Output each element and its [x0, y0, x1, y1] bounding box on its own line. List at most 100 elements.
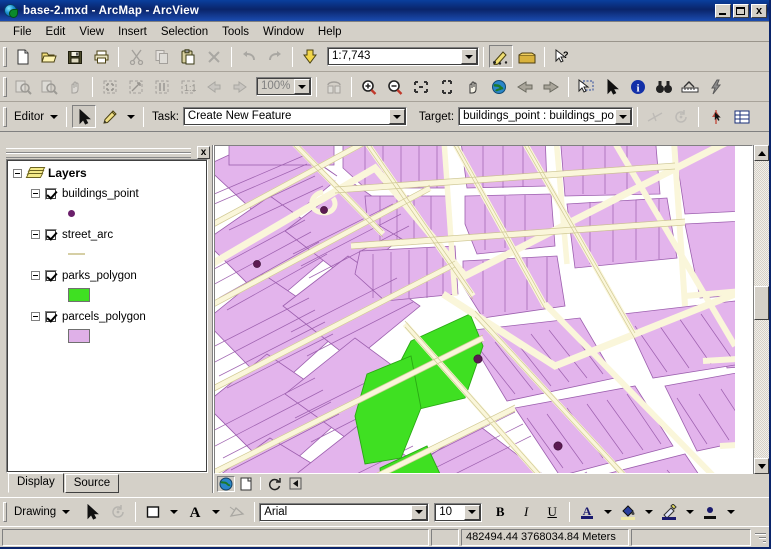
chevron-down-icon[interactable]: [411, 504, 428, 520]
pan-hand-icon[interactable]: [461, 75, 485, 98]
target-combo[interactable]: buildings_point : buildings_poin: [458, 107, 634, 126]
rotate-element-icon[interactable]: [106, 501, 130, 524]
close-button[interactable]: x: [751, 3, 767, 18]
fill-color-dropdown[interactable]: [642, 501, 655, 524]
font-family-combo[interactable]: Arial: [259, 502, 430, 522]
expander-icon[interactable]: [31, 271, 40, 280]
fixed-zoom-page-icon[interactable]: [150, 75, 174, 98]
measure-icon[interactable]: [678, 75, 702, 98]
layout-zoom-combo[interactable]: 100%: [256, 77, 312, 96]
data-view-icon[interactable]: [217, 475, 235, 492]
toc-layer-parcels-polygon[interactable]: parcels_polygon: [31, 307, 207, 346]
select-elements-arrow-icon[interactable]: [600, 75, 624, 98]
toc-layer-street-arc[interactable]: street_arc: [31, 225, 207, 264]
full-extent-globe-icon[interactable]: [487, 75, 511, 98]
previous-extent-icon[interactable]: [513, 75, 537, 98]
menu-selection[interactable]: Selection: [154, 24, 215, 40]
copy-icon[interactable]: [150, 45, 174, 68]
chevron-down-icon[interactable]: [388, 109, 405, 124]
scroll-up-button[interactable]: [754, 145, 769, 161]
toc-layer-parks-polygon[interactable]: parks_polygon: [31, 266, 207, 305]
scroll-track[interactable]: [754, 161, 769, 458]
maximize-button[interactable]: [733, 3, 749, 18]
layout-view-icon[interactable]: [237, 476, 255, 492]
toolbar-grip[interactable]: [3, 76, 7, 97]
fixed-zoom-out-icon[interactable]: [435, 75, 459, 98]
map-data-view[interactable]: [214, 145, 753, 474]
chevron-down-icon[interactable]: [50, 114, 59, 119]
menu-edit[interactable]: Edit: [39, 24, 73, 40]
whats-this-help-icon[interactable]: ?: [550, 45, 574, 68]
line-color-icon[interactable]: [657, 501, 681, 524]
expander-icon[interactable]: [31, 189, 40, 198]
undo-arrow-icon[interactable]: [237, 45, 261, 68]
zoom-in-layout-icon[interactable]: [11, 75, 35, 98]
expander-icon[interactable]: [31, 312, 40, 321]
toc-tree[interactable]: Layers buildings_point street_arc parks_…: [6, 159, 208, 473]
print-icon[interactable]: [89, 45, 113, 68]
chevron-down-icon[interactable]: [461, 49, 477, 64]
sketch-properties-icon[interactable]: [730, 105, 754, 128]
open-folder-icon[interactable]: [37, 45, 61, 68]
editor-menu-button[interactable]: Editor: [10, 109, 62, 125]
cut-scissors-icon[interactable]: [124, 45, 148, 68]
find-binoculars-icon[interactable]: [652, 75, 676, 98]
rotate-tool-icon[interactable]: [669, 105, 693, 128]
zoom-out-layout-icon[interactable]: [37, 75, 61, 98]
chevron-down-icon[interactable]: [615, 109, 632, 124]
menu-tools[interactable]: Tools: [215, 24, 256, 40]
zoom-in-icon[interactable]: [357, 75, 381, 98]
scroll-down-button[interactable]: [754, 458, 769, 474]
sketch-tool-dropdown[interactable]: [124, 105, 138, 128]
arctoolbox-icon[interactable]: [515, 45, 539, 68]
new-text-dropdown[interactable]: [209, 501, 223, 524]
toc-drag-handle[interactable]: x: [0, 145, 212, 159]
font-color-dropdown[interactable]: [601, 501, 614, 524]
nudge-element-icon[interactable]: [225, 501, 249, 524]
zoom-to-last-extent-icon[interactable]: 1:1: [176, 75, 200, 98]
scroll-thumb[interactable]: [754, 285, 769, 320]
sketch-pencil-icon[interactable]: [98, 105, 122, 128]
expander-icon[interactable]: [13, 168, 22, 178]
new-rectangle-icon[interactable]: [141, 501, 165, 524]
zoom-100-page-icon[interactable]: [124, 75, 148, 98]
marker-color-dropdown[interactable]: [724, 501, 737, 524]
toolbar-grip[interactable]: [3, 106, 7, 127]
font-size-combo[interactable]: 10: [434, 502, 483, 522]
map-canvas[interactable]: [215, 146, 735, 474]
attributes-icon[interactable]: [704, 105, 728, 128]
map-vertical-scrollbar[interactable]: [753, 145, 769, 474]
new-shape-dropdown[interactable]: [167, 501, 181, 524]
toc-root-layers[interactable]: Layers: [13, 166, 207, 180]
pan-layout-icon[interactable]: [63, 75, 87, 98]
toolbar-grip[interactable]: [3, 46, 7, 67]
toolbar-grip[interactable]: [3, 502, 7, 522]
next-extent-icon[interactable]: [539, 75, 563, 98]
task-combo[interactable]: Create New Feature: [182, 107, 407, 126]
italic-button[interactable]: I: [514, 501, 538, 524]
layer-visibility-checkbox[interactable]: [45, 228, 57, 241]
bold-button[interactable]: B: [488, 501, 512, 524]
paste-clipboard-icon[interactable]: [176, 45, 200, 68]
chevron-down-icon[interactable]: [62, 510, 71, 514]
marker-color-icon[interactable]: [698, 501, 722, 524]
tab-display[interactable]: Display: [8, 473, 64, 493]
menu-window[interactable]: Window: [256, 24, 311, 40]
hyperlink-lightning-icon[interactable]: [704, 75, 728, 98]
tab-source[interactable]: Source: [64, 474, 120, 493]
refresh-view-icon[interactable]: [266, 476, 284, 492]
go-back-extent-icon[interactable]: [202, 75, 226, 98]
menu-help[interactable]: Help: [311, 24, 349, 40]
new-document-icon[interactable]: [11, 45, 35, 68]
select-elements-arrow-icon[interactable]: [80, 501, 104, 524]
fill-color-icon[interactable]: [616, 501, 640, 524]
split-tool-icon[interactable]: [643, 105, 667, 128]
layer-visibility-checkbox[interactable]: [45, 269, 57, 282]
zoom-whole-page-icon[interactable]: [98, 75, 122, 98]
toc-close-button[interactable]: x: [197, 145, 210, 159]
map-scale-combo[interactable]: 1:7,743: [327, 47, 479, 66]
minimize-button[interactable]: [715, 3, 731, 18]
resize-grip-icon[interactable]: [753, 530, 767, 544]
toggle-draft-mode-icon[interactable]: [322, 75, 346, 98]
menu-insert[interactable]: Insert: [111, 24, 154, 40]
